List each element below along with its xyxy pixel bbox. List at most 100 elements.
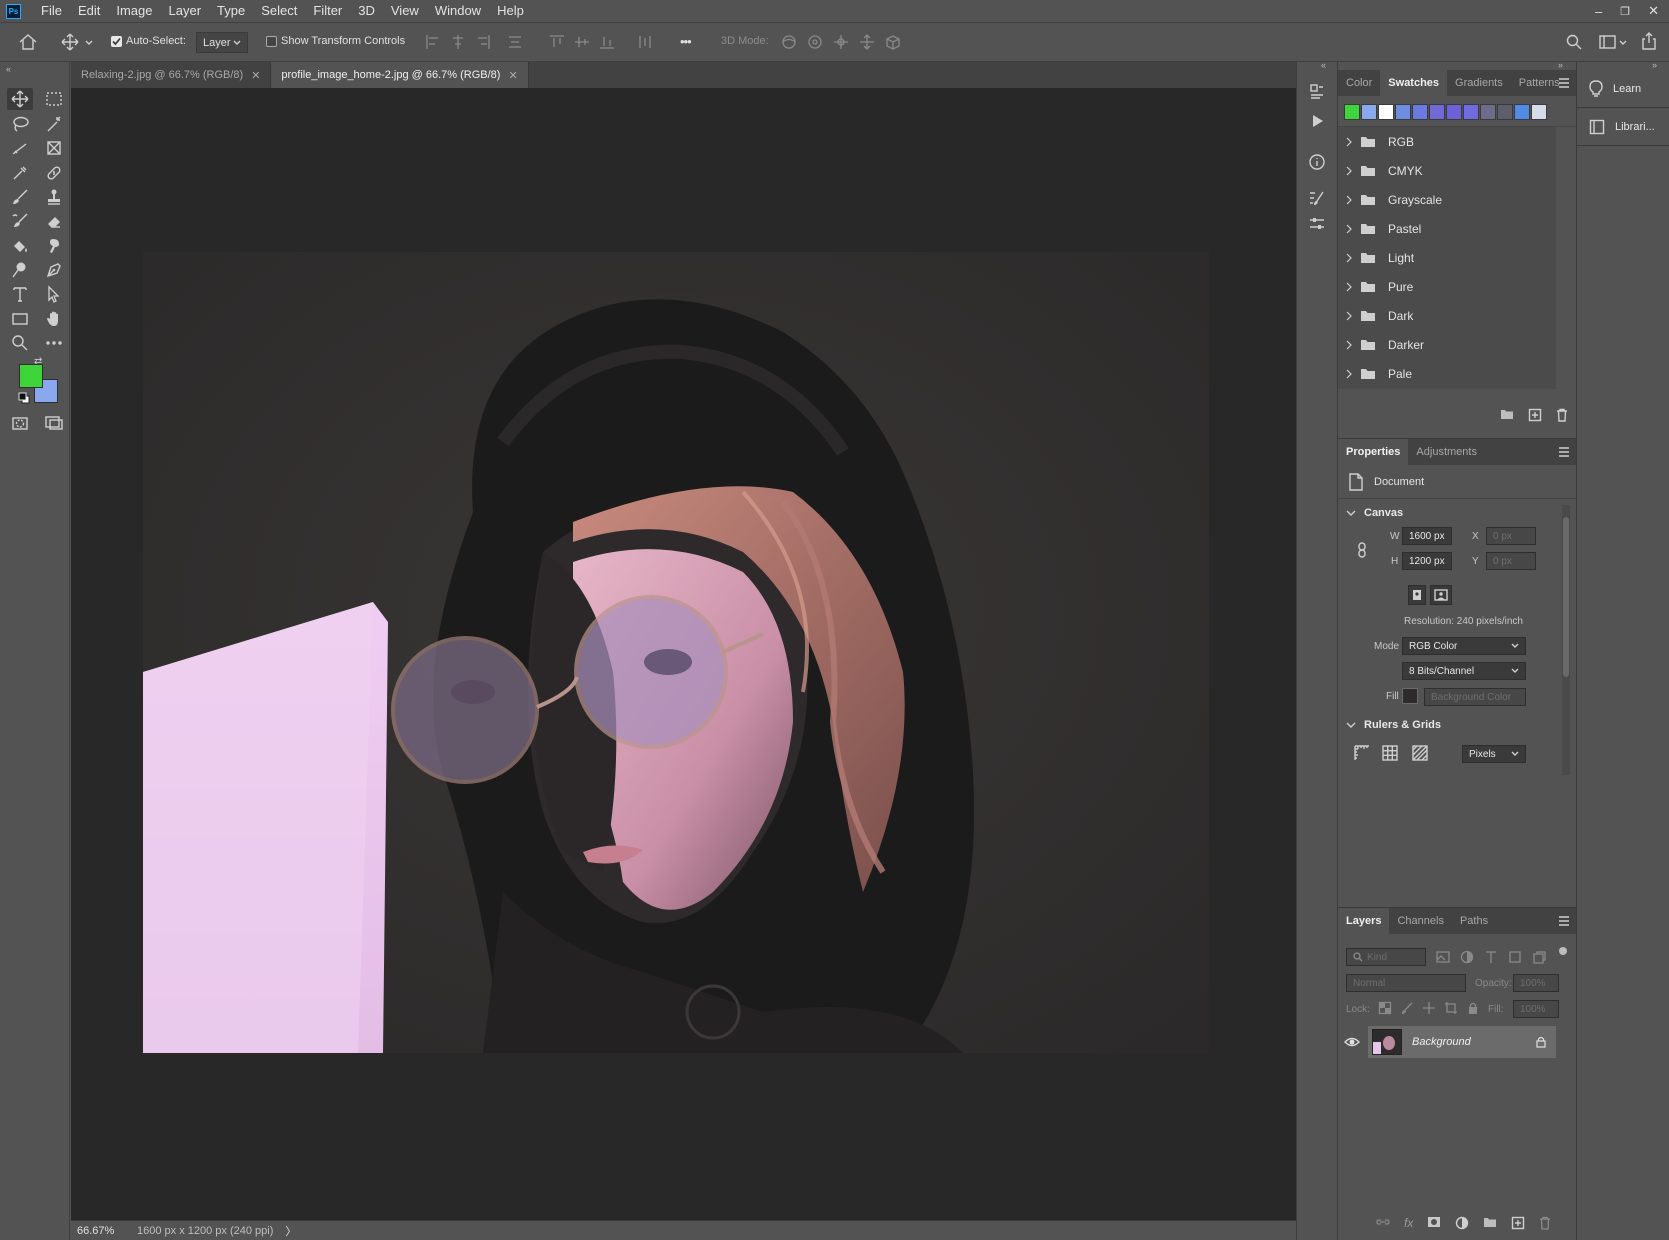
adjustment-filter-icon[interactable]	[1460, 950, 1474, 964]
type-tool[interactable]	[7, 283, 33, 305]
tab-adjustments[interactable]: Adjustments	[1408, 439, 1485, 465]
panel-menu-icon[interactable]	[1558, 78, 1570, 88]
color-swatch[interactable]	[1344, 104, 1360, 120]
panel-menu-icon[interactable]	[1558, 916, 1570, 926]
align-bottom-icon[interactable]	[598, 33, 616, 51]
color-swatch[interactable]	[1395, 104, 1411, 120]
collapse-toolbar-icon[interactable]: «	[6, 64, 11, 74]
history-brush-tool[interactable]	[7, 210, 33, 232]
status-menu-arrow[interactable]: 〉	[285, 1223, 296, 1239]
3d-pan-icon[interactable]	[832, 33, 850, 51]
actions-panel-icon[interactable]	[1305, 109, 1329, 133]
adjustment-layer-icon[interactable]	[1455, 1216, 1469, 1230]
swatch-folder-item[interactable]: RGB	[1338, 127, 1556, 156]
color-swatch[interactable]	[1412, 104, 1428, 120]
tab-channels[interactable]: Channels	[1389, 908, 1451, 934]
color-swatch[interactable]	[1497, 104, 1513, 120]
properties-scrollbar[interactable]	[1562, 505, 1570, 775]
swatch-folder-item[interactable]: Pastel	[1338, 214, 1556, 243]
eyedropper-tool[interactable]	[7, 162, 33, 184]
align-horizontal-center-icon[interactable]	[449, 33, 467, 51]
info-panel-icon[interactable]	[1305, 150, 1329, 174]
history-panel-icon[interactable]	[1305, 80, 1329, 104]
foreground-color-swatch[interactable]	[19, 364, 43, 388]
visibility-eye-icon[interactable]	[1344, 1036, 1360, 1048]
tab-profile-image[interactable]: profile_image_home-2.jpg @ 66.7% (RGB/8)…	[271, 62, 529, 88]
layer-lock-icon[interactable]	[1536, 1036, 1546, 1048]
layer-style-fx-icon[interactable]: fx	[1404, 1216, 1413, 1230]
color-swatch[interactable]	[1531, 104, 1547, 120]
rulers-grids-section-header[interactable]: Rulers & Grids	[1346, 719, 1441, 731]
swatch-folder-item[interactable]: Pale	[1338, 359, 1556, 388]
paint-bucket-tool[interactable]	[7, 235, 33, 257]
tab-relaxing[interactable]: Relaxing-2.jpg @ 66.7% (RGB/8) ✕	[71, 62, 272, 88]
path-selection-tool[interactable]	[41, 283, 67, 305]
layer-row[interactable]: Background	[1344, 1026, 1556, 1058]
lock-all-icon[interactable]	[1466, 1001, 1480, 1015]
brush-tool[interactable]	[7, 186, 33, 208]
align-left-icon[interactable]	[424, 33, 442, 51]
ruler-icon[interactable]	[1354, 745, 1370, 761]
menu-edit[interactable]: Edit	[70, 0, 108, 22]
3d-roll-icon[interactable]	[806, 33, 824, 51]
expand-column-icon[interactable]: »	[1652, 60, 1657, 70]
color-swatch[interactable]	[1514, 104, 1530, 120]
menu-view[interactable]: View	[383, 0, 427, 22]
restore-button[interactable]: ❐	[1620, 5, 1630, 18]
lock-image-icon[interactable]	[1400, 1001, 1414, 1015]
eraser-tool[interactable]	[41, 210, 67, 232]
document-image[interactable]	[143, 252, 1209, 1053]
canvas-section-header[interactable]: Canvas	[1338, 499, 1576, 527]
color-swatch[interactable]	[1480, 104, 1496, 120]
zoom-level[interactable]: 66.67%	[77, 1225, 137, 1237]
move-tool-preset-icon[interactable]	[60, 32, 94, 52]
width-field[interactable]: 1600 px	[1402, 527, 1452, 545]
adjustments-sliders-icon[interactable]	[1305, 212, 1329, 236]
collapse-panels-icon[interactable]: «	[1321, 60, 1326, 70]
pen-tool[interactable]	[41, 259, 67, 281]
auto-select-target-dropdown[interactable]: Layer	[196, 32, 248, 53]
share-icon[interactable]	[1640, 31, 1658, 51]
layer-kind-filter[interactable]: Kind	[1346, 948, 1426, 966]
lock-position-icon[interactable]	[1422, 1001, 1436, 1015]
grid-icon[interactable]	[1382, 745, 1398, 761]
canvas-workspace[interactable]	[71, 88, 1296, 1220]
smart-object-filter-icon[interactable]	[1532, 950, 1546, 964]
filter-toggle-icon[interactable]	[1559, 947, 1567, 955]
shape-filter-icon[interactable]	[1508, 950, 1522, 964]
edit-toolbar-icon[interactable]	[41, 332, 67, 354]
lock-transparent-icon[interactable]	[1378, 1001, 1392, 1015]
menu-layer[interactable]: Layer	[161, 0, 210, 22]
add-mask-icon[interactable]	[1427, 1216, 1441, 1228]
color-swatch[interactable]	[1378, 104, 1394, 120]
distribute-horizontal-icon[interactable]	[636, 33, 654, 51]
3d-scale-icon[interactable]	[884, 33, 902, 51]
minimize-button[interactable]: –	[1595, 4, 1602, 19]
close-tab-icon[interactable]: ✕	[251, 69, 260, 82]
tab-gradients[interactable]: Gradients	[1447, 70, 1511, 96]
menu-help[interactable]: Help	[489, 0, 532, 22]
swatch-folder-item[interactable]: Pure	[1338, 272, 1556, 301]
more-options-icon[interactable]: •••	[680, 34, 692, 49]
magic-wand-tool[interactable]	[41, 113, 67, 135]
hand-tool[interactable]	[41, 308, 67, 330]
menu-3d[interactable]: 3D	[350, 0, 383, 22]
tab-layers[interactable]: Layers	[1338, 908, 1390, 934]
lock-artboard-icon[interactable]	[1444, 1001, 1458, 1015]
menu-select[interactable]: Select	[253, 0, 305, 22]
expand-panels-icon[interactable]: »	[1558, 60, 1563, 70]
marquee-tool[interactable]	[41, 88, 67, 110]
height-field[interactable]: 1200 px	[1402, 552, 1452, 570]
learn-panel-button[interactable]: Learn	[1577, 70, 1669, 108]
distribute-vertical-icon[interactable]	[506, 33, 524, 51]
swatch-folder-item[interactable]: Dark	[1338, 301, 1556, 330]
new-swatch-icon[interactable]	[1528, 408, 1542, 422]
3d-orbit-icon[interactable]	[780, 33, 798, 51]
menu-image[interactable]: Image	[108, 0, 160, 22]
search-icon[interactable]	[1565, 33, 1583, 51]
swatch-folder-item[interactable]: CMYK	[1338, 156, 1556, 185]
swatch-folder-item[interactable]: Darker	[1338, 330, 1556, 359]
landscape-orientation-button[interactable]	[1430, 585, 1452, 605]
quick-mask-icon[interactable]	[7, 412, 33, 434]
color-swatch[interactable]	[1463, 104, 1479, 120]
